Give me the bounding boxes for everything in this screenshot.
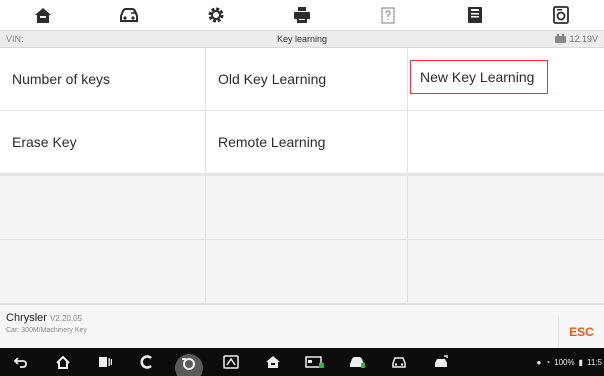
empty-cell [408, 176, 604, 240]
battery-icon: ▮ [578, 357, 584, 367]
function-grid: Number of keys Old Key Learning New Key … [0, 48, 604, 304]
wifi-icon: ◔ [545, 357, 551, 367]
car-icon [350, 357, 365, 368]
vci-icon [305, 355, 324, 368]
datalogging-icon [552, 6, 569, 24]
nav-home-button[interactable] [42, 348, 84, 376]
empty-cell [0, 176, 206, 240]
shop-manager-button[interactable] [336, 348, 378, 376]
battery-level: 100% [554, 357, 575, 367]
vehicle-swap-button[interactable] [86, 0, 172, 30]
menu-item-number-of-keys[interactable]: Number of keys [0, 48, 206, 111]
settings-icon [208, 7, 224, 23]
status-bar: ● ◔ 100% ▮ 11:5 [536, 348, 602, 376]
brand-name: Chrysler [6, 312, 47, 324]
scan-icon [223, 355, 239, 369]
clock: 11:5 [587, 357, 602, 367]
title-bar: VIN: Key learning 12.19V [0, 30, 604, 48]
recent-apps-icon [99, 357, 112, 367]
back-button[interactable] [0, 348, 42, 376]
menu-item-new-key-learning[interactable]: New Key Learning [408, 48, 604, 111]
menu-item-old-key-learning[interactable]: Old Key Learning [206, 48, 408, 111]
save-icon [467, 7, 482, 23]
notification-icon: ● [536, 357, 542, 367]
vehicle-button[interactable] [378, 348, 420, 376]
top-toolbar [0, 0, 604, 30]
print-icon [293, 7, 310, 23]
empty-cell [408, 240, 604, 304]
datalogging-button[interactable] [518, 0, 604, 30]
battery-voltage: 12.19V [555, 33, 598, 44]
battery-icon [555, 33, 567, 43]
home-button[interactable] [0, 0, 86, 30]
selection-highlight: New Key Learning [410, 60, 548, 94]
menu-item-label: Old Key Learning [218, 71, 327, 87]
menu-item-label: Remote Learning [218, 134, 326, 150]
home-icon [56, 355, 70, 369]
empty-cell [408, 111, 604, 176]
car-model: Car: 300M/Machinery Key [6, 327, 87, 334]
save-button[interactable] [431, 0, 517, 30]
esc-button[interactable]: ESC [558, 315, 604, 349]
voltage-value: 12.19V [569, 34, 598, 44]
menu-item-label: Erase Key [12, 134, 77, 150]
back-icon [14, 357, 27, 368]
help-icon [381, 6, 395, 24]
car-icon [392, 357, 406, 368]
print-button[interactable] [259, 0, 345, 30]
car-repair-icon [435, 355, 448, 367]
menu-item-remote-learning[interactable]: Remote Learning [206, 111, 408, 176]
recent-apps-button[interactable] [84, 348, 126, 376]
menu-item-erase-key[interactable]: Erase Key [0, 111, 206, 176]
settings-button[interactable] [173, 0, 259, 30]
navigation-bar: ● ◔ 100% ▮ 11:5 [0, 348, 604, 376]
maxisys-home-icon [266, 356, 280, 368]
page-title: Key learning [276, 34, 328, 44]
menu-item-label: New Key Learning [420, 69, 535, 85]
camera-icon [175, 354, 203, 376]
maxisys-home-button[interactable] [252, 348, 294, 376]
software-version: V2.20.05 [49, 314, 82, 323]
home-icon [35, 7, 52, 23]
help-button[interactable] [345, 0, 431, 30]
vci-button[interactable] [294, 348, 336, 376]
browser-button[interactable] [126, 348, 168, 376]
camera-button[interactable] [168, 348, 210, 376]
vehicle-swap-icon [120, 7, 139, 22]
browser-icon [140, 355, 152, 369]
footer-bar: Chrysler V2.20.05 Car: 300M/Machinery Key… [0, 304, 604, 349]
vehicle-info: Chrysler V2.20.05 [6, 312, 82, 324]
menu-item-label: Number of keys [12, 71, 111, 87]
car-repair-button[interactable] [420, 348, 462, 376]
empty-cell [206, 240, 408, 304]
empty-cell [206, 176, 408, 240]
scan-button[interactable] [210, 348, 252, 376]
empty-cell [0, 240, 206, 304]
